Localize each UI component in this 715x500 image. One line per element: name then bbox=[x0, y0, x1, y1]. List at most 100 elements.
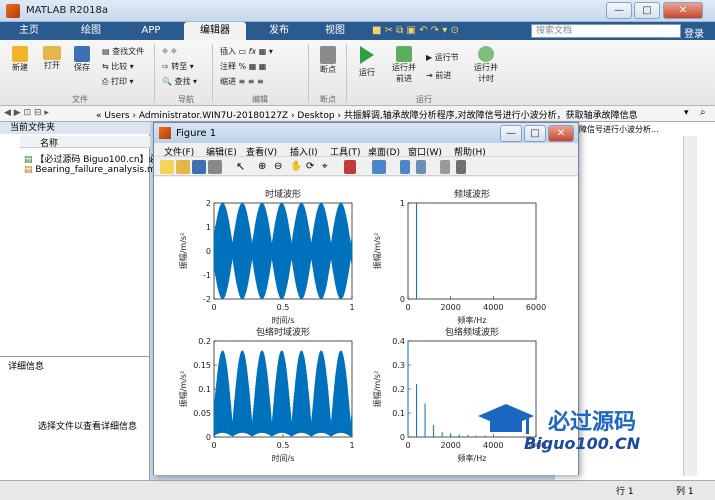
tab-plots[interactable]: 绘图 bbox=[70, 22, 112, 40]
address-bar: ◀ ▶ ⊡ ⊟ ▸ « Users › Administrator.WIN7U-… bbox=[0, 106, 715, 122]
group-run-label: 运行 bbox=[416, 95, 432, 104]
rotate-icon[interactable]: ⟳ bbox=[306, 160, 320, 174]
menu-help[interactable]: 帮助(H) bbox=[454, 145, 486, 158]
print-icon[interactable] bbox=[208, 160, 222, 174]
current-folder-header: 当前文件夹 bbox=[0, 122, 150, 134]
editor-tab-label[interactable]: 障信号进行小波分析... bbox=[579, 124, 659, 135]
find-button[interactable]: 🔍 查找 ▾ bbox=[162, 76, 197, 87]
show-plot-tools-icon[interactable] bbox=[456, 160, 466, 174]
y-tick-label: 0.2 bbox=[392, 385, 405, 394]
group-breakpoints-label: 断点 bbox=[320, 95, 336, 104]
current-path[interactable]: « Users › Administrator.WIN7U-20180127Z … bbox=[96, 108, 638, 121]
legend-icon[interactable] bbox=[416, 160, 426, 174]
y-tick-label: 0.3 bbox=[392, 361, 405, 370]
x-tick-label: 1 bbox=[349, 303, 354, 312]
find-files-button[interactable]: ▤ 查找文件 bbox=[102, 46, 144, 57]
menu-window[interactable]: 窗口(W) bbox=[408, 145, 442, 158]
login-link[interactable]: 登录 bbox=[684, 25, 704, 40]
indent-button[interactable]: 缩进 ≡ ≡ ≡ bbox=[220, 76, 264, 87]
y-tick-label: -1 bbox=[203, 271, 211, 280]
y-tick-label: 1 bbox=[206, 223, 211, 232]
insert-button[interactable]: 插入 ▭ fx ▦ ▾ bbox=[220, 46, 273, 57]
tab-apps[interactable]: APP bbox=[130, 22, 172, 40]
run-and-advance-button[interactable]: 运行并 前进 bbox=[388, 46, 420, 84]
menu-insert[interactable]: 插入(I) bbox=[290, 145, 318, 158]
menu-view[interactable]: 查看(V) bbox=[246, 145, 277, 158]
figure-minimize-button[interactable]: — bbox=[500, 125, 522, 142]
zoom-out-icon[interactable]: ⊖ bbox=[274, 160, 288, 174]
new-file-icon bbox=[12, 46, 28, 62]
x-axis-label: 时间/s bbox=[272, 453, 295, 463]
search-input[interactable]: 搜索文档 bbox=[531, 24, 681, 38]
m-file-icon: ▤ bbox=[24, 165, 33, 175]
tab-editor[interactable]: 编辑器 bbox=[184, 22, 246, 40]
brush-icon[interactable] bbox=[344, 160, 356, 174]
menu-file[interactable]: 文件(F) bbox=[164, 145, 194, 158]
run-section-button[interactable]: ▶ 运行节 bbox=[426, 52, 459, 63]
file-item[interactable]: ▤ Bearing_failure_analysis.m bbox=[24, 165, 156, 175]
tab-view[interactable]: 视图 bbox=[314, 22, 356, 40]
zoom-in-icon[interactable]: ⊕ bbox=[258, 160, 272, 174]
maximize-button[interactable]: □ bbox=[634, 2, 660, 19]
group-nav-label: 导航 bbox=[178, 95, 194, 104]
timer-icon bbox=[478, 46, 494, 62]
breakpoints-button[interactable]: 断点 bbox=[314, 46, 342, 75]
hide-plot-tools-icon[interactable] bbox=[440, 160, 450, 174]
save-button[interactable]: 保存 bbox=[68, 46, 96, 73]
figure-close-button[interactable]: ✕ bbox=[548, 125, 574, 142]
y-tick-label: 0.15 bbox=[193, 361, 211, 370]
quick-access-icons[interactable]: ■ ✂ ⧉ ▣ ↶ ↷ ▾ ⊙ bbox=[372, 25, 459, 36]
row-indicator: 行 1 bbox=[616, 487, 634, 497]
print-button[interactable]: ⎙ 打印 ▾ bbox=[102, 76, 134, 87]
data-cursor-icon[interactable]: ⌖ bbox=[322, 160, 336, 174]
y-tick-label: 0.1 bbox=[198, 385, 211, 394]
link-plot-icon[interactable] bbox=[372, 160, 386, 174]
details-panel: 详细信息 选择文件以查看详细信息 bbox=[0, 356, 150, 480]
watermark-url: Biguo100.CN bbox=[524, 434, 641, 453]
current-folder-panel: 当前文件夹 名称 ▤ 【必过源码 Biguo100.cn】必 ▤ Bearing… bbox=[0, 122, 158, 356]
tab-publish[interactable]: 发布 bbox=[258, 22, 300, 40]
menu-tools[interactable]: 工具(T) bbox=[330, 145, 361, 158]
advance-button[interactable]: ⇥ 前进 bbox=[426, 70, 451, 81]
name-column-header[interactable]: 名称 bbox=[20, 136, 150, 149]
pan-icon[interactable]: ✋ bbox=[290, 160, 304, 174]
minimize-button[interactable]: — bbox=[606, 2, 632, 19]
run-and-time-button[interactable]: 运行并 计时 bbox=[470, 46, 502, 84]
y-tick-label: 0.05 bbox=[193, 409, 211, 418]
details-header: 详细信息 bbox=[8, 362, 45, 372]
new-figure-icon[interactable] bbox=[160, 160, 174, 174]
figure-maximize-button[interactable]: □ bbox=[524, 125, 546, 142]
new-button[interactable]: 新建 bbox=[6, 46, 34, 73]
path-search-icon[interactable]: ⌕ bbox=[700, 107, 706, 118]
file-item[interactable]: ▤ 【必过源码 Biguo100.cn】必 bbox=[24, 152, 158, 165]
run-button[interactable]: 运行 bbox=[352, 46, 382, 78]
ribbon-panel: 新建 打开 保存 ▤ 查找文件 ⇆ 比较 ▾ ⎙ 打印 ▾ 文件 ◆ ◆ ⇨ 转… bbox=[0, 40, 715, 106]
colorbar-icon[interactable] bbox=[400, 160, 410, 174]
menu-edit[interactable]: 编辑(E) bbox=[206, 145, 237, 158]
save-icon bbox=[74, 46, 90, 62]
close-button[interactable]: ✕ bbox=[663, 2, 703, 19]
path-dropdown-icon[interactable]: ▾ bbox=[684, 108, 689, 118]
comment-button[interactable]: 注释 % ▦ ▦ bbox=[220, 61, 266, 72]
x-tick-label: 2000 bbox=[440, 441, 460, 450]
x-tick-label: 1 bbox=[349, 441, 354, 450]
ribbon-divider bbox=[154, 44, 155, 102]
goto-button[interactable]: ⇨ 转至 ▾ bbox=[162, 61, 194, 72]
nav-arrows-icon[interactable]: ◆ ◆ bbox=[162, 46, 177, 55]
y-tick-label: 0.2 bbox=[198, 337, 211, 346]
x-tick-label: 4000 bbox=[483, 303, 503, 312]
open-icon[interactable] bbox=[176, 160, 190, 174]
nav-buttons-icon[interactable]: ◀ ▶ ⊡ ⊟ ▸ bbox=[4, 108, 49, 118]
subplot-title: 包络频域波形 bbox=[445, 326, 499, 338]
breakpoint-icon bbox=[320, 46, 336, 64]
pointer-icon[interactable]: ↖ bbox=[236, 160, 250, 174]
editor-scrollbar[interactable] bbox=[683, 136, 697, 476]
save-icon[interactable] bbox=[192, 160, 206, 174]
compare-button[interactable]: ⇆ 比较 ▾ bbox=[102, 61, 134, 72]
tab-home[interactable]: 主页 bbox=[8, 22, 50, 40]
menu-desktop[interactable]: 桌面(D) bbox=[368, 145, 400, 158]
y-tick-label: 0 bbox=[400, 433, 405, 442]
col-indicator: 列 1 bbox=[676, 487, 694, 497]
run-icon bbox=[360, 46, 374, 64]
open-button[interactable]: 打开 bbox=[38, 46, 66, 71]
